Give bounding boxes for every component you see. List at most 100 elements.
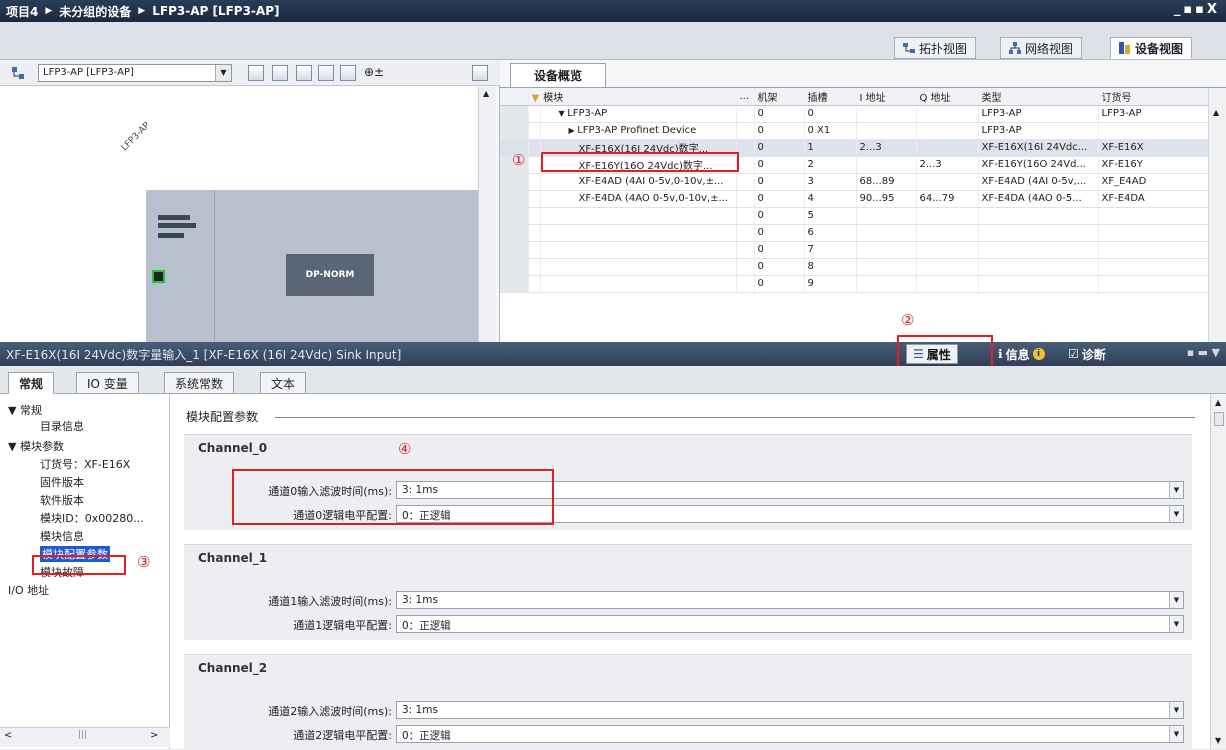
nav-item[interactable]: 软件版本	[40, 492, 84, 508]
row-select-cell[interactable]	[500, 207, 529, 225]
column-header-slot[interactable]: 插槽	[804, 88, 857, 106]
nav-item[interactable]: 目录信息	[40, 418, 84, 434]
network-view-button[interactable]: 网络视图	[1000, 37, 1083, 59]
device-select[interactable]: LFP3-AP [LFP3-AP] ▼	[38, 64, 232, 82]
column-header-more[interactable]: ...	[736, 88, 755, 106]
chevron-down-icon[interactable]: ▼	[1169, 726, 1183, 742]
type-cell: XF-E16X(16I 24Vdc...	[978, 139, 1099, 157]
table-row[interactable]: 06	[500, 224, 1209, 242]
chevron-down-icon[interactable]: ▼	[1169, 616, 1183, 632]
q-address-cell	[916, 241, 979, 259]
table-row[interactable]: ▼ LFP3-AP 0 0 LFP3-AP LFP3-AP	[500, 105, 1209, 123]
row-select-cell[interactable]	[500, 241, 529, 259]
grid-scrollbar[interactable]: ▲	[1208, 88, 1226, 343]
slot-cell: 1	[804, 139, 857, 157]
tab-info[interactable]: ℹ 信息 i	[992, 344, 1051, 364]
rack-cell: 0	[754, 241, 805, 259]
rack-cell: 0	[754, 122, 805, 140]
filter-time-select[interactable]: 3: 1ms ▼	[396, 701, 1184, 719]
row-select-cell[interactable]	[500, 190, 529, 208]
subtab-texts[interactable]: 文本	[260, 372, 307, 394]
table-row[interactable]: ▶ LFP3-AP Profinet Device 0 0 X1 LFP3-AP	[500, 122, 1209, 140]
column-header-rack[interactable]: 机架	[754, 88, 805, 106]
row-select-cell[interactable]	[500, 275, 529, 293]
subtab-general[interactable]: 常规	[8, 372, 55, 394]
chevron-down-icon[interactable]: ▼	[1169, 506, 1183, 522]
nav-item[interactable]: 订货号：XF-E16X	[40, 456, 130, 472]
filter-time-select[interactable]: 3: 1ms ▼	[396, 591, 1184, 609]
row-icon-cell	[528, 258, 541, 276]
row-icon-cell	[528, 139, 541, 157]
nav-item[interactable]: ▼ 模块参数	[8, 438, 64, 454]
filter-time-value: 3: 1ms	[402, 594, 438, 606]
logic-level-select[interactable]: 0：正逻辑 ▼	[396, 615, 1184, 633]
nav-item[interactable]: I/O 地址	[8, 582, 49, 598]
row-select-cell[interactable]	[500, 258, 529, 276]
window-controls[interactable]: _▪▪X	[1174, 2, 1220, 17]
row-select-cell[interactable]	[500, 173, 529, 191]
panel-icon[interactable]	[472, 65, 488, 81]
nav-item[interactable]: 固件版本	[40, 474, 84, 490]
i-address-cell	[856, 224, 917, 242]
device-tree-icon[interactable]	[10, 65, 26, 81]
device-view-button[interactable]: 设备视图	[1110, 37, 1193, 59]
chevron-down-icon[interactable]: ▼	[1169, 702, 1183, 718]
zoom-icon[interactable]: ⊕±	[364, 65, 384, 81]
column-header-order-number[interactable]: 订货号	[1098, 88, 1209, 106]
i-address-cell: 68...89	[856, 173, 917, 191]
table-row[interactable]: 09	[500, 275, 1209, 293]
overview-icon[interactable]	[248, 65, 264, 81]
q-address-cell	[916, 105, 979, 123]
panel-controls-icon[interactable]: ▪ ▬ ▼	[1187, 346, 1220, 359]
more-cell	[736, 275, 755, 293]
row-select-cell[interactable]	[500, 224, 529, 242]
table-row[interactable]: 08	[500, 258, 1209, 276]
device-rack[interactable]: DP-NORM	[146, 190, 478, 342]
chevron-down-icon[interactable]: ▼	[215, 65, 231, 81]
row-select-cell[interactable]	[500, 105, 529, 123]
table-row[interactable]: XF-E4DA (4AO 0-5v,0-10v,±... 0 4 90...95 64.…	[500, 190, 1209, 208]
annotation-box-4	[232, 469, 554, 525]
expand-right-icon[interactable]: ▶	[569, 126, 578, 135]
filter-time-row: 通道2输入滤波时间(ms): 3: 1ms ▼	[184, 701, 1192, 719]
channel-group: Channel_1 通道1输入滤波时间(ms): 3: 1ms ▼ 通道1逻辑电…	[184, 544, 1192, 640]
column-header-i-address[interactable]: I 地址	[856, 88, 917, 106]
breadcrumb-device[interactable]: LFP3-AP [LFP3-AP]	[152, 4, 279, 18]
breadcrumb-group[interactable]: 未分组的设备	[59, 3, 131, 20]
logic-level-select[interactable]: 0：正逻辑 ▼	[396, 725, 1184, 743]
table-row[interactable]: XF-E4AD (4AI 0-5v,0-10v,±... 0 3 68...89 XF-…	[500, 173, 1209, 191]
edit-icon[interactable]	[296, 65, 312, 81]
table-row[interactable]: 07	[500, 241, 1209, 259]
row-icon-cell	[528, 190, 541, 208]
topology-icon	[903, 42, 915, 54]
nav-item[interactable]: 模块信息	[40, 528, 84, 544]
module-cell: XF-E4AD (4AI 0-5v,0-10v,±...	[540, 173, 737, 191]
nav-hscrollbar[interactable]: < ||| >	[0, 727, 170, 747]
tab-diagnostics[interactable]: ☑ 诊断	[1062, 344, 1112, 364]
row-select-cell[interactable]	[500, 122, 529, 140]
nav-item[interactable]: ▼ 常规	[8, 402, 42, 418]
page-icon[interactable]	[340, 65, 356, 81]
subtab-io-tags[interactable]: IO 变量	[76, 372, 139, 394]
column-header-module[interactable]: ▼ 模块	[528, 88, 737, 106]
breadcrumb-project[interactable]: 项目4	[6, 3, 38, 20]
dp-norm-module[interactable]: DP-NORM	[286, 254, 374, 296]
column-header-type[interactable]: 类型	[978, 88, 1099, 106]
subtab-system-constants[interactable]: 系统常数	[164, 372, 235, 394]
canvas-scrollbar[interactable]: ▲	[478, 87, 496, 342]
nav-item[interactable]: 模块ID：0x00280...	[40, 510, 144, 526]
profinet-port-icon[interactable]	[152, 270, 165, 283]
show-module-icon[interactable]	[272, 65, 288, 81]
table-row[interactable]: 05	[500, 207, 1209, 225]
q-address-cell	[916, 122, 979, 140]
filter-icon[interactable]: ▼	[532, 93, 540, 104]
column-header-q-address[interactable]: Q 地址	[916, 88, 979, 106]
grid-icon[interactable]	[318, 65, 334, 81]
chevron-down-icon[interactable]: ▼	[1169, 482, 1183, 498]
topology-view-button[interactable]: 拓扑视图	[894, 37, 977, 59]
content-scrollbar[interactable]: ▲ ▼	[1210, 394, 1226, 749]
expand-down-icon[interactable]: ▼	[559, 109, 568, 118]
tab-device-overview[interactable]: 设备概览	[510, 63, 606, 87]
chevron-down-icon[interactable]: ▼	[1169, 592, 1183, 608]
type-cell: XF-E16Y(16O 24Vd...	[978, 156, 1099, 174]
